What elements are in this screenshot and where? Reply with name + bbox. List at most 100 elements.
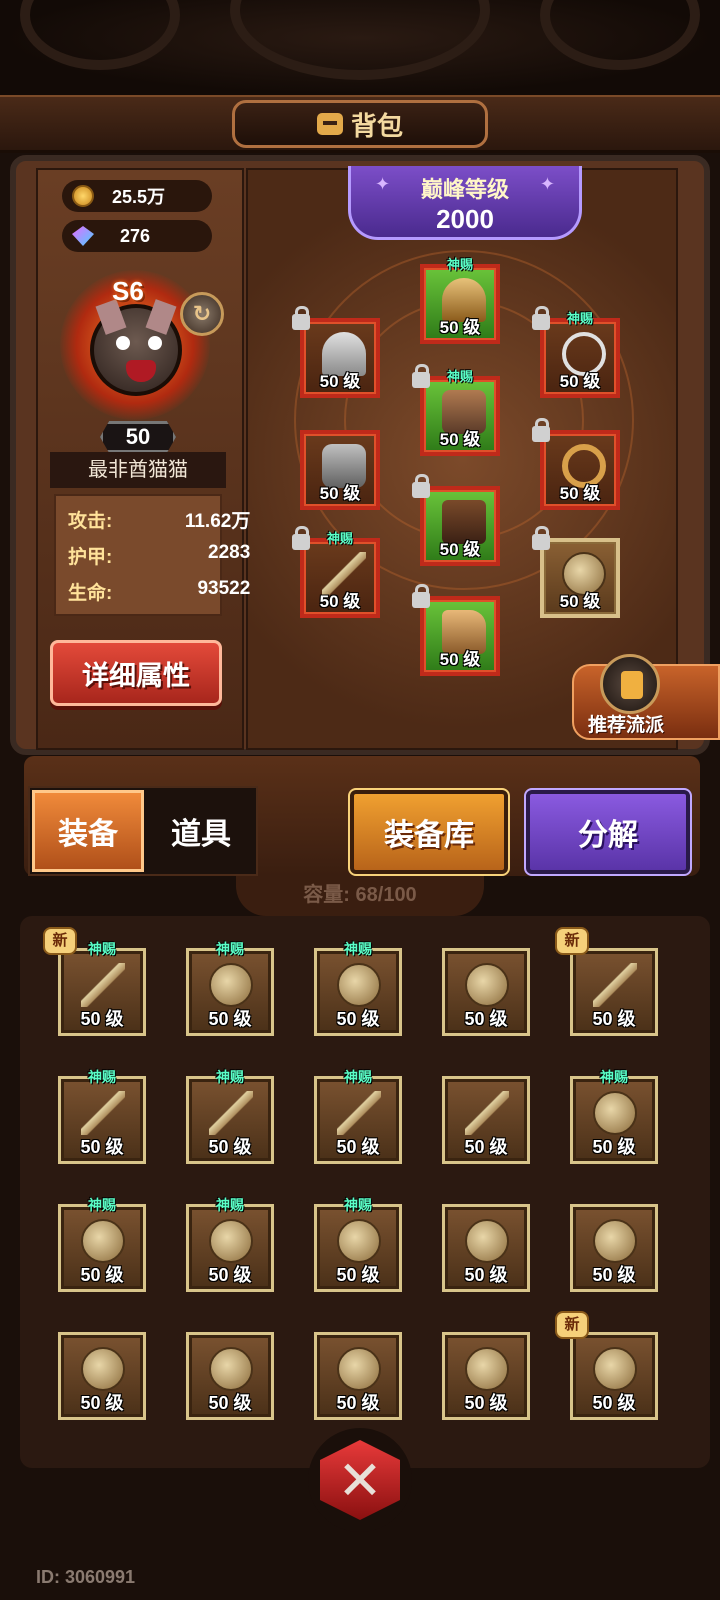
gold-value: 25.5万 [112,187,166,207]
stat-attack: 攻击: 11.62万 [68,506,250,533]
recommend-badge [600,654,660,714]
new-badge: 新 [555,1311,589,1339]
equip-slot-necklace[interactable]: 神赐 50 级 [540,311,620,398]
inventory-slot[interactable]: 神赐 50 级 [58,1069,146,1164]
dismantle-button[interactable]: 分解 [524,788,692,876]
item-level: 50 级 [208,1393,252,1413]
title-plate: 背包 [232,100,488,148]
rank-badge: S6 [112,276,144,306]
inventory-slot[interactable]: 神赐新 50 级 [43,927,146,1036]
item-level: 50 级 [464,1009,508,1029]
divine-tag: 神赐 [216,941,244,957]
lock-icon [532,418,550,442]
shield-icon [337,963,381,1007]
inventory-slot[interactable]: 神赐 50 级 [186,1197,274,1292]
shield-icon [209,963,253,1007]
inventory-slot[interactable]: 神赐 50 级 [58,1197,146,1292]
item-level: 50 级 [439,540,481,559]
detail-attributes-button[interactable]: 详细属性 [50,640,222,706]
refresh-icon: ↻ [192,301,212,326]
shield-icon [593,1091,637,1135]
item-level: 50 级 [319,372,361,391]
equipment-library-button[interactable]: 装备库 [348,788,510,876]
tab-props[interactable]: 道具 [146,790,256,872]
item-level: 50 级 [559,484,601,503]
equip-slot-ring[interactable]: 50 级 [540,430,620,510]
tab-equipment[interactable]: 装备 [32,790,144,872]
shield-icon [337,1347,381,1391]
item-level: 50 级 [464,1265,508,1285]
divine-tag: 神赐 [446,257,474,272]
equip-slot-boots[interactable]: 50 级 [420,596,500,676]
inventory-slot[interactable]: 50 级 [442,948,530,1036]
capacity-label: 容量: 68/100 [236,876,484,916]
inventory-slot[interactable]: 神赐 50 级 [314,1069,402,1164]
lock-icon [412,364,430,388]
shield-icon [465,1347,509,1391]
lock-icon [412,474,430,498]
shield-icon [209,1219,253,1263]
equip-slot-helm-left[interactable]: 50 级 [300,318,380,398]
hero-portrait [90,299,182,396]
inventory-slot[interactable]: 神赐 50 级 [186,1069,274,1164]
close-button[interactable]: ✕ [308,1428,412,1532]
divine-tag: 神赐 [344,1197,372,1213]
shield-icon [81,1347,125,1391]
equip-slot-helm-top[interactable]: 神赐 50 级 [420,257,500,344]
inventory-slot[interactable]: 神赐 50 级 [314,1197,402,1292]
divine-tag: 神赐 [600,1069,628,1085]
inventory-slot[interactable]: 新 50 级 [555,1311,658,1420]
divine-tag: 神赐 [88,1197,116,1213]
inventory-slot[interactable]: 50 级 [186,1332,274,1420]
star-icon: ✦ [539,174,555,194]
recommend-build-button[interactable]: 推荐流派 [572,654,720,740]
inventory-slot[interactable]: 50 级 [570,1204,658,1292]
divine-tag: 神赐 [344,1069,372,1085]
stats-box: 攻击: 11.62万 护甲: 2283 生命: 93522 [54,494,250,616]
stat-value: 11.62万 [184,511,251,532]
equip-slot-weapon[interactable]: 神赐 50 级 [300,531,380,618]
shield-icon [337,1219,381,1263]
divine-tag: 神赐 [88,941,116,957]
stat-value: 2283 [208,542,251,563]
inventory-slot[interactable]: 50 级 [442,1332,530,1420]
sword-icon [81,1091,125,1135]
new-badge: 新 [555,927,589,955]
equip-slot-armor[interactable]: 神赐 50 级 [420,369,500,456]
gem-icon [72,226,94,246]
inventory-slot[interactable]: 新 50 级 [555,927,658,1036]
item-level: 50 级 [208,1009,252,1029]
inventory-slot[interactable]: 神赐 50 级 [570,1069,658,1164]
inventory-slot[interactable]: 神赐 50 级 [314,941,402,1036]
item-level: 50 级 [559,592,601,611]
sword-icon [337,1091,381,1135]
stat-value: 93522 [197,578,251,599]
hero-name: 最非酋猫猫 [50,452,226,488]
divine-tag: 神赐 [216,1197,244,1213]
sword-icon [465,1091,509,1135]
item-level: 50 级 [592,1009,636,1029]
equip-slot-pants[interactable]: 50 级 [420,486,500,566]
inventory-slot[interactable]: 50 级 [442,1076,530,1164]
inventory-slot[interactable]: 50 级 [442,1204,530,1292]
item-level: 50 级 [439,650,481,669]
sword-icon [593,963,637,1007]
equip-slot-glove[interactable]: 50 级 [300,430,380,510]
hero-avatar[interactable]: S6 [60,270,210,420]
inventory-slot[interactable]: 神赐 50 级 [186,941,274,1036]
stat-label: 生命: [68,583,113,604]
inventory-slot[interactable]: 50 级 [58,1332,146,1420]
equip-slot-offhand[interactable]: 50 级 [540,538,620,618]
item-level: 50 级 [592,1393,636,1413]
item-level: 50 级 [559,372,601,391]
item-level: 50 级 [336,1265,380,1285]
swap-hero-button[interactable]: ↻ [180,292,224,336]
item-level: 50 级 [208,1137,252,1157]
divine-tag: 神赐 [344,941,372,957]
shield-icon [593,1347,637,1391]
inventory-slot[interactable]: 50 级 [314,1332,402,1420]
item-level: 50 级 [592,1265,636,1285]
divine-tag: 神赐 [216,1069,244,1085]
page-title: 背包 [350,110,403,141]
stat-label: 攻击: [68,511,113,532]
